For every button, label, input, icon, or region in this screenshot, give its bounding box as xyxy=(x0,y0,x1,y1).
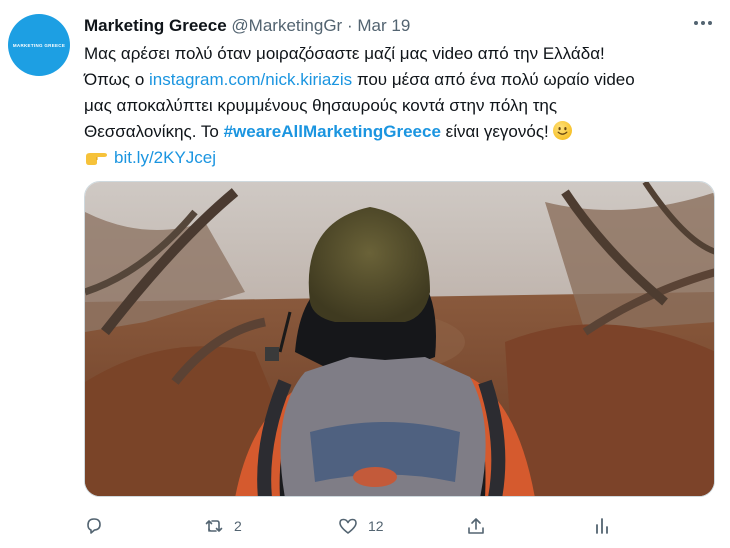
analytics-button[interactable] xyxy=(592,510,612,542)
tweet-text-line: bit.ly/2KYJcej xyxy=(84,145,709,171)
tweet-text-line: Όπως ο instagram.com/nick.kiriazis που μ… xyxy=(84,67,709,93)
avatar[interactable]: MARKETING GREECE xyxy=(8,14,70,76)
retweet-button[interactable]: 2 xyxy=(204,510,242,542)
user-handle[interactable]: @MarketingGr xyxy=(231,16,342,35)
like-count: 12 xyxy=(368,518,384,534)
tweet-text-line2-prefix: Όπως ο xyxy=(84,70,150,89)
tweet-text-line: Μας αρέσει πολύ όταν μοιραζόσαστε μαζί μ… xyxy=(84,41,709,67)
tweet-text-line2-suffix: που μέσα από ένα πολύ ωραίο video xyxy=(352,70,635,89)
hashtag-link[interactable]: #weareAllMarketingGreece xyxy=(224,122,441,141)
reply-icon xyxy=(87,518,101,534)
retweet-count: 2 xyxy=(234,518,242,534)
hiker-forest-photo xyxy=(85,182,714,496)
tweet[interactable]: MARKETING GREECE Marketing Greece @Marke… xyxy=(0,0,730,548)
more-dots-icon xyxy=(694,21,712,25)
reply-button[interactable] xyxy=(84,510,104,542)
short-link[interactable]: bit.ly/2KYJcej xyxy=(114,148,216,167)
more-options-button[interactable] xyxy=(690,12,716,34)
header-separator: · xyxy=(346,16,353,35)
tweet-text: Μας αρέσει πολύ όταν μοιραζόσαστε μαζί μ… xyxy=(84,41,709,171)
avatar-logo-text: MARKETING GREECE xyxy=(12,42,66,48)
retweet-icon xyxy=(205,520,223,532)
pointing-hand-emoji xyxy=(86,153,107,165)
share-icon xyxy=(468,518,484,534)
analytics-icon xyxy=(596,518,608,534)
tweet-date[interactable]: Mar 19 xyxy=(357,16,410,35)
tweet-text-line1: Μας αρέσει πολύ όταν μοιραζόσαστε μαζί μ… xyxy=(84,44,605,63)
instagram-link[interactable]: instagram.com/nick.kiriazis xyxy=(149,70,352,89)
tweet-media-video-thumbnail[interactable] xyxy=(84,181,715,497)
display-name[interactable]: Marketing Greece xyxy=(84,16,227,35)
tweet-text-line: Θεσσαλονίκης. Το #weareAllMarketingGreec… xyxy=(84,119,709,145)
smiling-face-emoji xyxy=(553,121,573,140)
tweet-text-line: μας αποκαλύπτει κρυμμένους θησαυρούς κον… xyxy=(84,93,709,119)
tweet-text-line4-suffix: είναι γεγονός! xyxy=(440,122,554,141)
tweet-header: Marketing Greece @MarketingGr · Mar 19 xyxy=(84,15,410,37)
heart-icon xyxy=(339,518,357,534)
share-button[interactable] xyxy=(466,510,486,542)
tweet-actions: 2 12 xyxy=(84,510,624,542)
tweet-text-line3: μας αποκαλύπτει κρυμμένους θησαυρούς κον… xyxy=(84,96,558,115)
tweet-text-line4-prefix: Θεσσαλονίκης. Το xyxy=(84,122,224,141)
like-button[interactable]: 12 xyxy=(338,510,384,542)
